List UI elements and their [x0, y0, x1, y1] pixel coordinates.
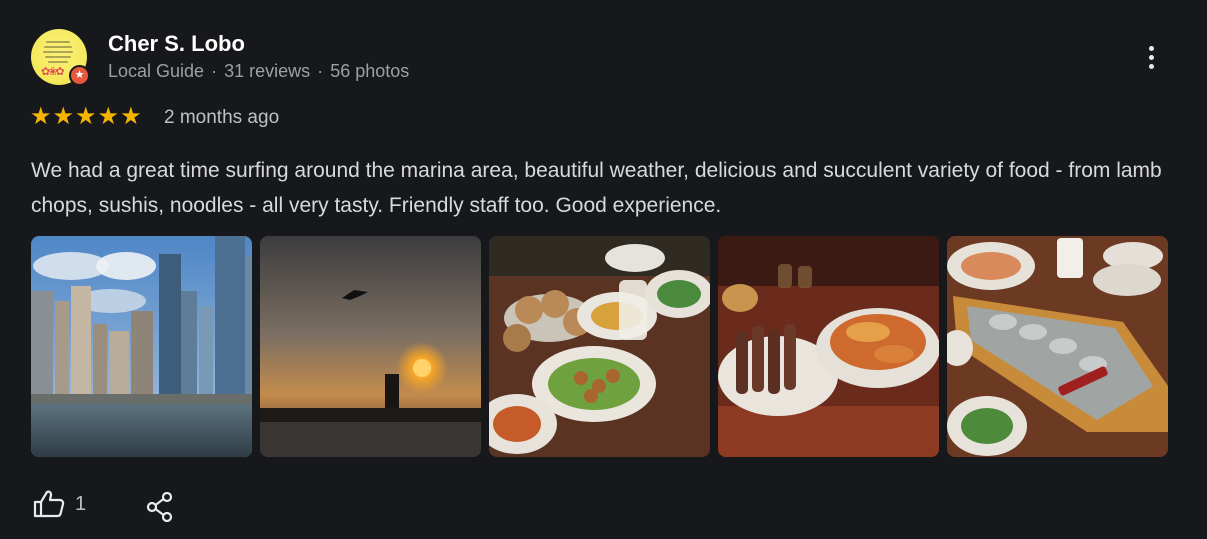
food-buffet-photo[interactable] [489, 236, 710, 457]
marina-skyline-photo[interactable] [31, 236, 252, 457]
photo-count: 56 photos [330, 61, 410, 81]
photo-strip [31, 236, 1168, 457]
review-count: 31 reviews [224, 61, 311, 81]
review-text: We had a great time surfing around the m… [31, 159, 1162, 217]
like-count: 1 [75, 492, 87, 515]
lamb-chops-photo[interactable] [718, 236, 939, 457]
star-icon: ★ [120, 103, 142, 130]
share-icon [146, 491, 173, 523]
share-button[interactable] [146, 491, 174, 527]
star-icon: ★ [97, 103, 120, 130]
sunset-photo[interactable] [260, 236, 481, 457]
review-time: 2 months ago [164, 107, 280, 128]
reviewer-name[interactable]: Cher S. Lobo [108, 31, 245, 57]
more-vert-icon[interactable] [1138, 38, 1164, 76]
thumbs-up-icon [33, 490, 65, 518]
avatar[interactable]: ✿❀✿ ★ [31, 29, 90, 86]
local-guide-badge-icon: ★ [69, 65, 90, 86]
meta-separator: · [317, 61, 324, 81]
review-card: ✿❀✿ ★ Cher S. Lobo Local Guide · 31 revi… [0, 0, 1207, 539]
like-button[interactable]: 1 [33, 490, 86, 518]
star-rating: ★ ★ ★ ★ ★ [30, 104, 142, 130]
reviewer-meta: Local Guide · 31 reviews · 56 photos [108, 61, 409, 82]
reviewer-role: Local Guide [108, 61, 205, 81]
meta-separator: · [211, 61, 218, 81]
seafood-boat-photo[interactable] [947, 236, 1168, 457]
star-icon: ★ [75, 103, 97, 130]
star-icon: ★ [30, 103, 52, 130]
star-icon: ★ [52, 103, 75, 130]
